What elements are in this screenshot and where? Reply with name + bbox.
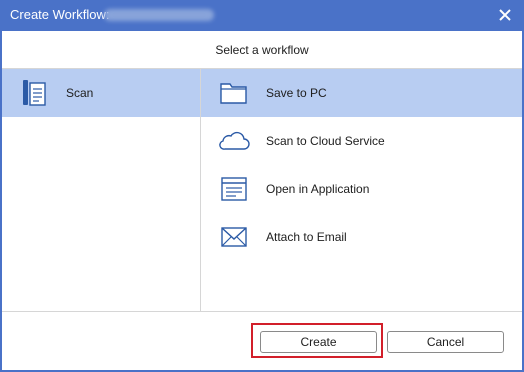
redacted-device-name	[104, 9, 214, 21]
select-workflow-label: Select a workflow	[215, 42, 309, 57]
destination-item-label: Scan to Cloud Service	[266, 134, 385, 148]
close-icon	[499, 9, 511, 21]
cloud-icon	[217, 126, 251, 156]
envelope-icon	[217, 222, 251, 252]
dialog-body: Select a workflow Scan Save to PC Scan t…	[2, 31, 522, 370]
destination-item-save-to-pc[interactable]: Save to PC	[201, 69, 522, 117]
dialog-title: Create Workflow:	[10, 7, 110, 22]
workflow-header: Select a workflow	[2, 31, 522, 69]
create-button[interactable]: Create	[260, 331, 377, 353]
source-item-label: Scan	[66, 86, 94, 100]
destination-item-label: Attach to Email	[266, 230, 347, 244]
scanner-document-icon	[17, 78, 51, 108]
destination-item-attach-to-email[interactable]: Attach to Email	[201, 213, 522, 261]
application-window-icon	[217, 174, 251, 204]
cancel-button[interactable]: Cancel	[387, 331, 504, 353]
folder-icon	[217, 78, 251, 108]
title-bar: Create Workflow:	[0, 0, 524, 31]
source-item-scan[interactable]: Scan	[2, 69, 200, 117]
destination-item-label: Open in Application	[266, 182, 370, 196]
destination-item-cloud[interactable]: Scan to Cloud Service	[201, 117, 522, 165]
source-list: Scan	[2, 69, 201, 311]
destination-list: Save to PC Scan to Cloud Service Open in…	[201, 69, 522, 311]
close-button[interactable]	[496, 6, 514, 24]
create-workflow-dialog: Create Workflow: Select a workflow Scan …	[0, 0, 524, 372]
destination-item-label: Save to PC	[266, 86, 327, 100]
dialog-footer: Create Cancel	[2, 311, 522, 370]
destination-item-open-in-application[interactable]: Open in Application	[201, 165, 522, 213]
